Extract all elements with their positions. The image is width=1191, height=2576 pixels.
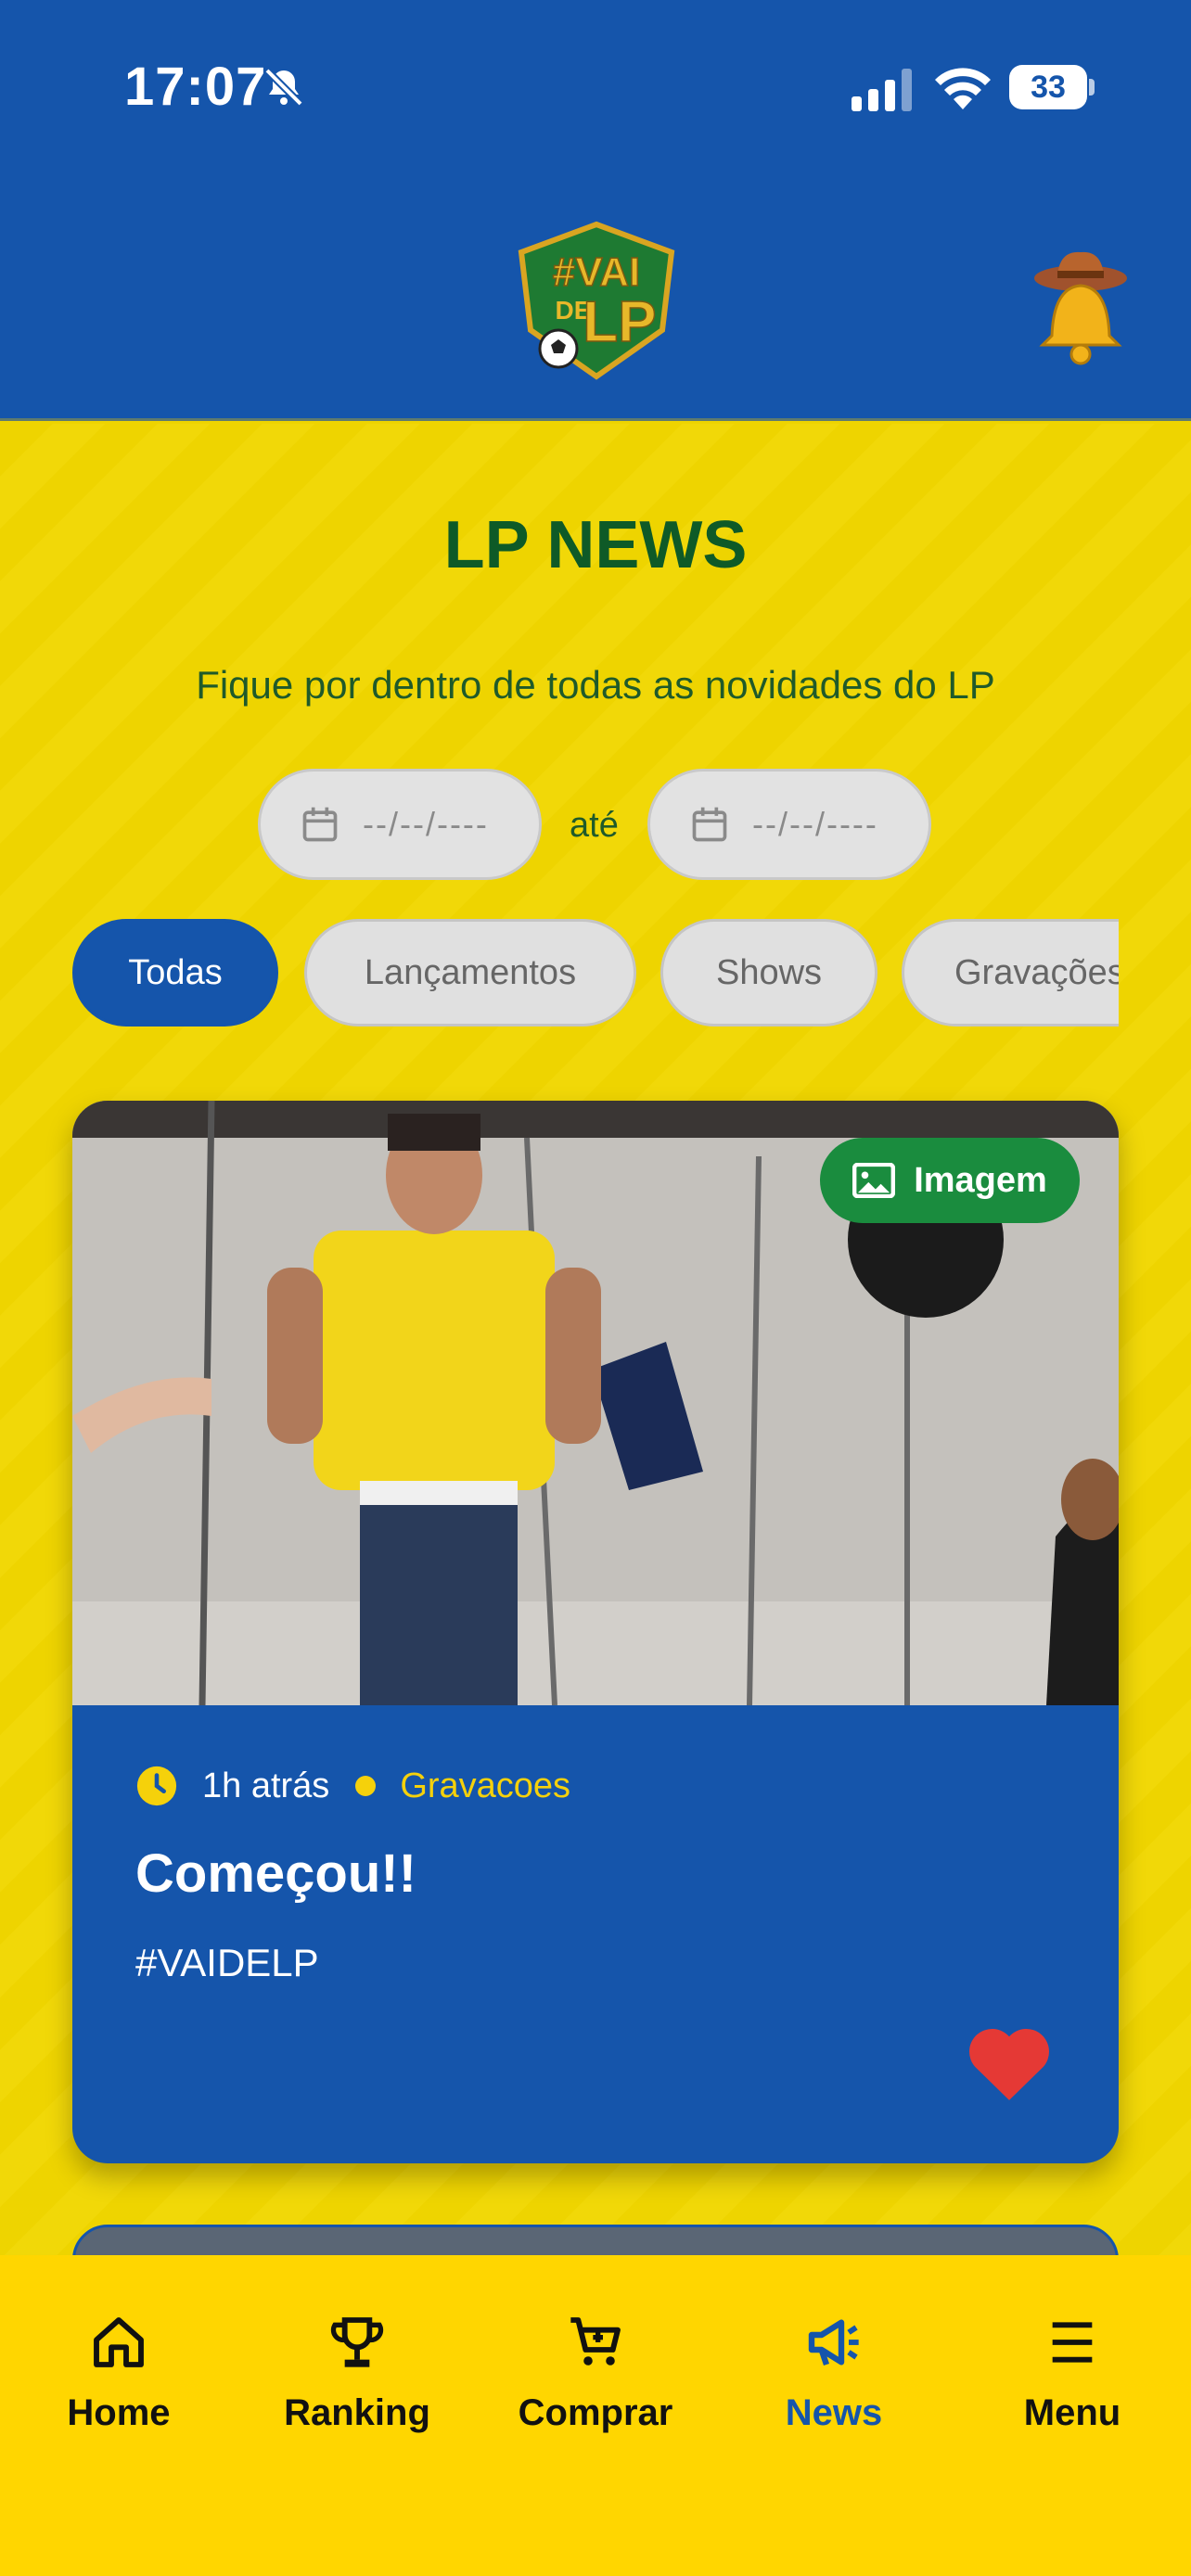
news-description: #VAIDELP bbox=[135, 1941, 319, 1984]
trophy-icon bbox=[330, 2317, 384, 2367]
nav-comprar[interactable]: Comprar bbox=[493, 2313, 698, 2461]
category-filter: Todas Lançamentos Shows Gravações bbox=[72, 919, 1119, 1030]
vai-de-lp-logo: #VAI DE LP bbox=[518, 221, 675, 380]
nav-news-label: News bbox=[785, 2392, 883, 2433]
date-to-input[interactable]: --/--/---- bbox=[647, 769, 931, 880]
date-from-input[interactable]: --/--/---- bbox=[258, 769, 542, 880]
news-category: Gravacoes bbox=[400, 1766, 571, 1805]
nav-ranking[interactable]: Ranking bbox=[255, 2313, 459, 2461]
bell-slash-icon bbox=[264, 68, 303, 107]
news-meta: 1h atrás Gravacoes bbox=[135, 1763, 570, 1809]
date-from-placeholder: --/--/---- bbox=[363, 805, 489, 843]
date-range-separator: até bbox=[570, 806, 619, 845]
status-bar: 17:07 33 bbox=[0, 0, 1191, 176]
news-title: Começou!! bbox=[135, 1843, 416, 1904]
nav-menu-label: Menu bbox=[1023, 2392, 1121, 2433]
nav-ranking-label: Ranking bbox=[284, 2392, 430, 2433]
menu-icon bbox=[1052, 2322, 1093, 2363]
chip-shows[interactable]: Shows bbox=[660, 919, 877, 1027]
heart-icon[interactable] bbox=[961, 2019, 1057, 2104]
wifi-icon bbox=[935, 68, 991, 109]
cellular-signal-icon bbox=[852, 69, 912, 111]
news-photo: Imagem bbox=[72, 1101, 1119, 1705]
battery-icon: 33 bbox=[1009, 65, 1095, 109]
image-icon bbox=[852, 1163, 896, 1198]
svg-text:LP: LP bbox=[583, 290, 656, 354]
badge-label: Imagem bbox=[914, 1160, 1047, 1200]
date-to-placeholder: --/--/---- bbox=[752, 805, 878, 843]
news-content: LP NEWS Fique por dentro de todas as nov… bbox=[0, 424, 1191, 2354]
megaphone-icon bbox=[808, 2319, 859, 2366]
page-subtitle: Fique por dentro de todas as novidades d… bbox=[196, 663, 995, 707]
svg-text:#VAI: #VAI bbox=[553, 249, 641, 295]
app-header: 17:07 33 #VAI DE LP bbox=[0, 0, 1191, 421]
nav-home-label: Home bbox=[67, 2392, 171, 2433]
status-time: 17:07 bbox=[124, 57, 267, 117]
nav-comprar-label: Comprar bbox=[518, 2392, 673, 2433]
chip-lancamentos[interactable]: Lançamentos bbox=[304, 919, 636, 1027]
calendar-icon bbox=[692, 807, 727, 842]
page-title: LP NEWS bbox=[443, 508, 748, 582]
home-icon bbox=[94, 2317, 144, 2367]
chip-gravacoes[interactable]: Gravações bbox=[902, 919, 1119, 1027]
nav-home[interactable]: Home bbox=[17, 2313, 221, 2461]
separator-dot bbox=[355, 1776, 377, 1796]
media-type-badge: Imagem bbox=[820, 1138, 1080, 1223]
chip-todas[interactable]: Todas bbox=[72, 919, 278, 1027]
nav-menu[interactable]: Menu bbox=[970, 2313, 1174, 2461]
calendar-icon bbox=[302, 807, 338, 842]
cowboy-bell-icon[interactable] bbox=[1030, 247, 1132, 365]
bottom-navigation: Home Ranking Comprar News Menu bbox=[0, 2255, 1191, 2576]
nav-news[interactable]: News bbox=[732, 2313, 936, 2461]
clock-icon bbox=[136, 1766, 177, 1806]
news-time-ago: 1h atrás bbox=[202, 1766, 330, 1805]
news-card[interactable]: Imagem 1h atrás Gravacoes Começou!! #VAI… bbox=[72, 1101, 1119, 2163]
battery-level: 33 bbox=[1009, 65, 1087, 109]
cart-icon bbox=[570, 2317, 621, 2366]
